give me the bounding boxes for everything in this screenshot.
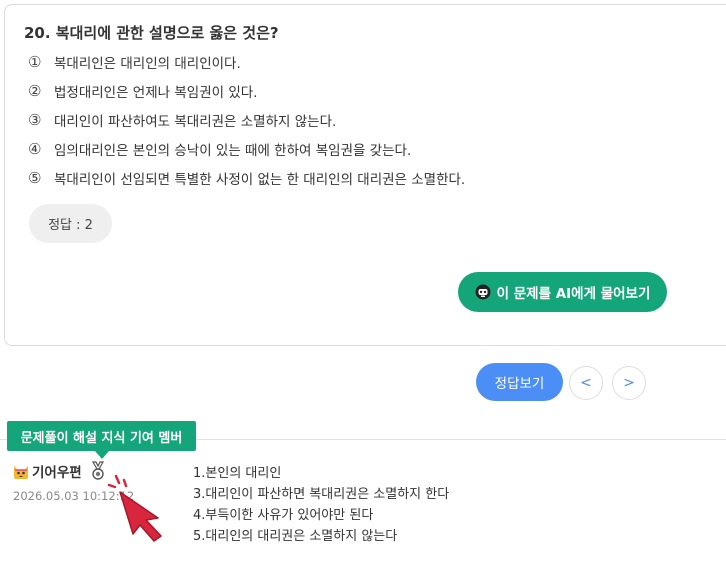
- tooltip-arrow: [95, 451, 109, 459]
- choice-4[interactable]: ④ 임의대리인은 본인의 승낙이 있는 때에 한하여 복임권을 갖는다.: [28, 139, 411, 159]
- show-answer-button[interactable]: 정답보기: [476, 363, 563, 401]
- author-name: 기어우편: [32, 465, 82, 481]
- comment-line: 4.부득이한 사유가 있어야만 된다: [193, 508, 374, 523]
- choice-text: 복대리인이 선임되면 특별한 사정이 없는 한 대리인의 대리권은 소멸한다.: [54, 172, 466, 188]
- question-title: 20. 복대리에 관한 설명으로 옳은 것은?: [24, 24, 279, 42]
- choice-text: 법정대리인은 언제나 복임권이 있다.: [54, 85, 258, 101]
- choice-1[interactable]: ① 복대리인은 대리인의 대리인이다.: [28, 52, 241, 72]
- choice-number: ⑤: [28, 169, 42, 187]
- robot-icon: [475, 284, 491, 300]
- choice-text: 복대리인은 대리인의 대리인이다.: [54, 56, 241, 72]
- choice-text: 대리인이 파산하여도 복대리권은 소멸하지 않는다.: [54, 114, 337, 130]
- answer-badge: 정답 : 2: [29, 204, 112, 243]
- comment-line: 1.본인의 대리인: [193, 466, 282, 481]
- choice-2[interactable]: ② 법정대리인은 언제나 복임권이 있다.: [28, 81, 257, 101]
- choice-3[interactable]: ③ 대리인이 파산하여도 복대리권은 소멸하지 않는다.: [28, 110, 336, 130]
- choice-number: ④: [28, 140, 42, 158]
- ask-ai-label: 이 문제를 AI에게 물어보기: [496, 286, 651, 302]
- comment-line: 3.대리인이 파산하면 복대리권은 소멸하지 한다: [193, 487, 450, 502]
- choice-number: ②: [28, 82, 42, 100]
- prev-button[interactable]: <: [569, 366, 603, 400]
- contributor-tooltip: 문제풀이 해설 지식 기여 멤버: [7, 421, 196, 451]
- comment-line: 5.대리인의 대리권은 소멸하지 않는다: [193, 529, 398, 544]
- choice-text: 임의대리인은 본인의 승낙이 있는 때에 한하여 복임권을 갖는다.: [54, 143, 412, 159]
- pointer-hand-icon: [107, 474, 162, 542]
- comment-author[interactable]: 기어우편: [12, 461, 106, 481]
- choice-number: ③: [28, 111, 42, 129]
- ask-ai-button[interactable]: 이 문제를 AI에게 물어보기: [458, 272, 667, 312]
- medal-icon: [91, 461, 104, 480]
- choice-5[interactable]: ⑤ 복대리인이 선임되면 특별한 사정이 없는 한 대리인의 대리권은 소멸한다…: [28, 168, 465, 188]
- cat-avatar-icon: [14, 466, 28, 479]
- choice-number: ①: [28, 53, 42, 71]
- next-button[interactable]: >: [612, 366, 646, 400]
